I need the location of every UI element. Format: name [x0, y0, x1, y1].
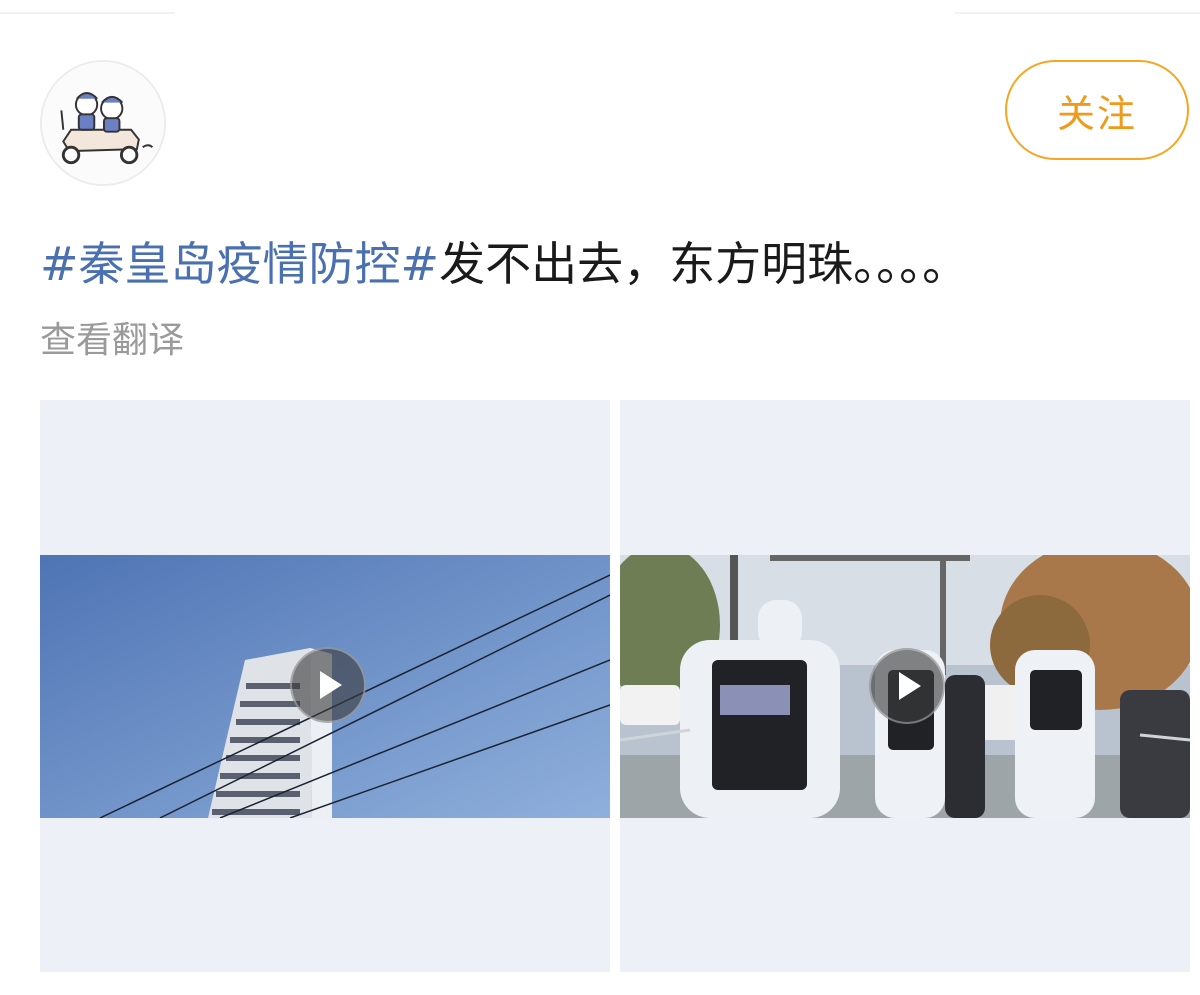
play-button-2[interactable]	[869, 648, 945, 724]
avatar[interactable]	[40, 60, 166, 186]
avatar-illustration	[42, 62, 164, 184]
video-thumbnail-1[interactable]	[40, 400, 610, 972]
post-text: #秦皇岛疫情防控#发不出去，东方明珠。。。。	[40, 232, 1180, 296]
top-divider-left	[0, 12, 175, 14]
post-body-text: 发不出去，东方明珠。。。。	[439, 237, 969, 291]
video-thumbnail-2[interactable]	[620, 400, 1190, 972]
follow-button[interactable]: 关注	[1005, 60, 1189, 160]
translate-link[interactable]: 查看翻译	[40, 318, 184, 364]
play-icon	[899, 672, 921, 700]
play-icon	[320, 671, 342, 699]
top-divider-right	[955, 12, 1200, 14]
hashtag-link[interactable]: #秦皇岛疫情防控#	[40, 237, 439, 291]
play-button-1[interactable]	[290, 647, 366, 723]
